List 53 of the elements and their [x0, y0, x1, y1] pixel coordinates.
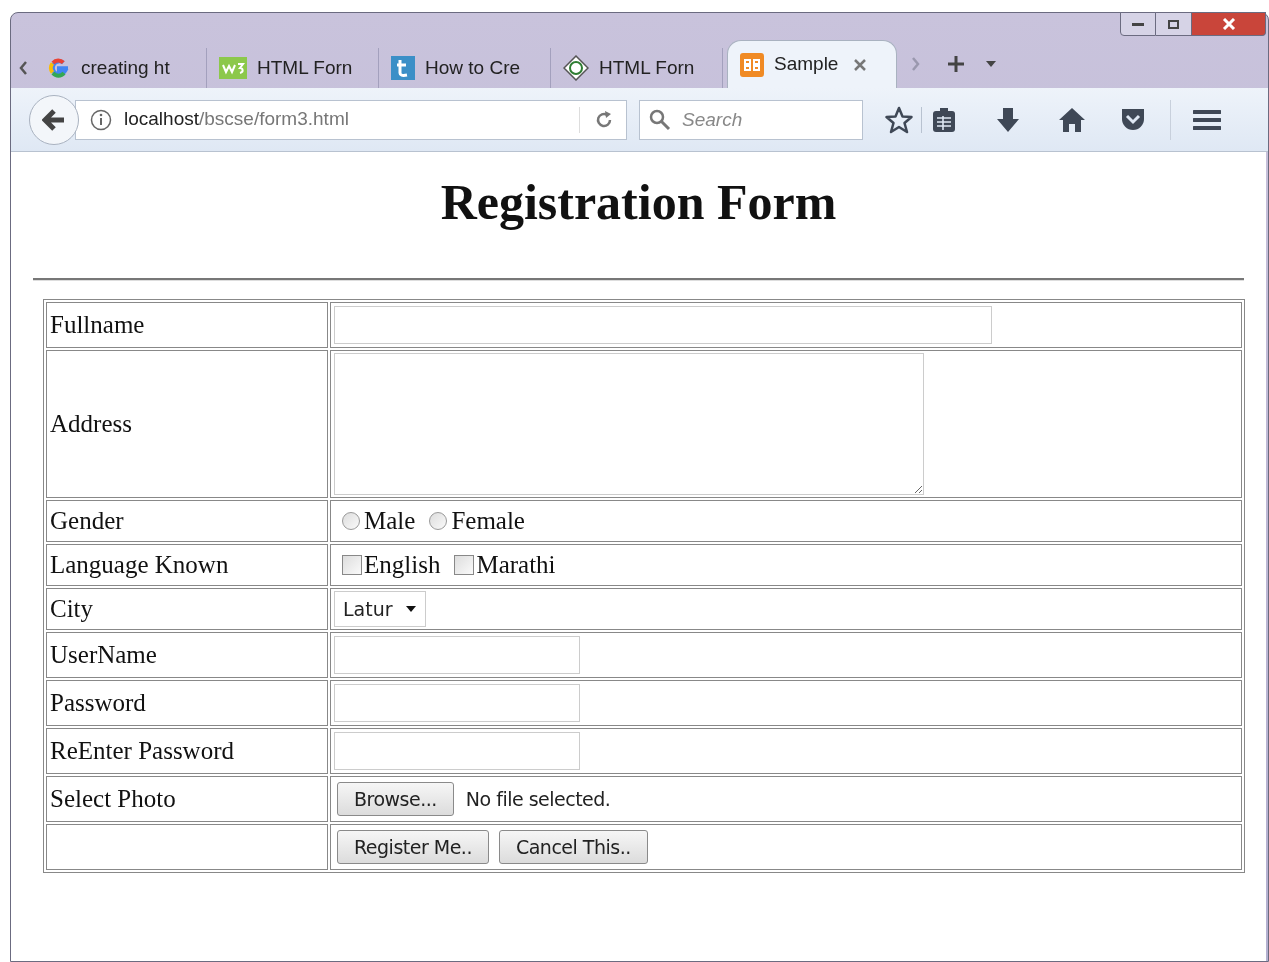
field-label: UserName	[50, 641, 157, 669]
field-label: Gender	[50, 507, 124, 535]
xampp-icon	[740, 52, 764, 77]
menu-icon[interactable]	[1193, 108, 1221, 131]
page-heading: Registration Form	[439, 173, 838, 232]
download-icon[interactable]	[996, 106, 1020, 133]
input-field[interactable]	[334, 732, 580, 770]
field-label: City	[50, 595, 94, 623]
maximize-button[interactable]	[1156, 12, 1192, 36]
t-logo-icon	[391, 56, 415, 80]
input-field[interactable]	[334, 306, 992, 344]
input-field[interactable]	[334, 636, 580, 674]
caret-icon	[404, 605, 417, 613]
back-arrow-icon	[42, 108, 66, 131]
option-label: Marathi	[476, 550, 556, 581]
info-icon[interactable]	[90, 108, 112, 131]
pocket-icon[interactable]	[1120, 107, 1146, 132]
field-label: ReEnter Password	[50, 737, 234, 765]
home-icon[interactable]	[1058, 106, 1086, 133]
search-field[interactable]: Search	[639, 99, 863, 140]
dropdown-icon[interactable]	[985, 60, 997, 68]
radio-button[interactable]	[342, 512, 360, 530]
search-icon	[649, 108, 671, 131]
cancel-button[interactable]: Cancel This..	[498, 830, 648, 864]
close-tab-icon[interactable]	[854, 58, 867, 71]
city-dropdown[interactable]: Latur	[334, 591, 426, 627]
close-icon	[1221, 18, 1236, 30]
checkbox[interactable]	[454, 555, 475, 575]
w3-icon	[219, 57, 247, 79]
new-tab-icon[interactable]	[947, 55, 965, 73]
minimize-button[interactable]	[1120, 12, 1156, 36]
file-status: No file selected.	[465, 786, 611, 812]
diamond-logo-icon	[563, 55, 589, 81]
browser-tab[interactable]: Sample	[727, 40, 897, 88]
field-label: Password	[50, 689, 146, 717]
bookmark-star-icon[interactable]	[885, 105, 913, 134]
checkbox[interactable]	[342, 555, 362, 575]
back-button[interactable]	[29, 94, 79, 145]
field-label: Address	[50, 410, 132, 438]
option-label: English	[364, 550, 441, 581]
reload-icon[interactable]	[594, 109, 614, 130]
option-label: Female	[451, 506, 525, 537]
field-label: Language Known	[50, 551, 229, 579]
input-field[interactable]	[334, 684, 580, 722]
clipboard-icon[interactable]	[932, 106, 956, 133]
radio-button[interactable]	[429, 512, 448, 530]
browse-button[interactable]: Browse...	[337, 782, 454, 816]
field-label: Fullname	[50, 311, 145, 339]
google-icon	[47, 56, 71, 80]
option-label: Male	[364, 506, 416, 537]
field-label: Select Photo	[50, 785, 176, 813]
close-button[interactable]	[1192, 12, 1266, 36]
register-button[interactable]: Register Me..	[337, 830, 489, 864]
